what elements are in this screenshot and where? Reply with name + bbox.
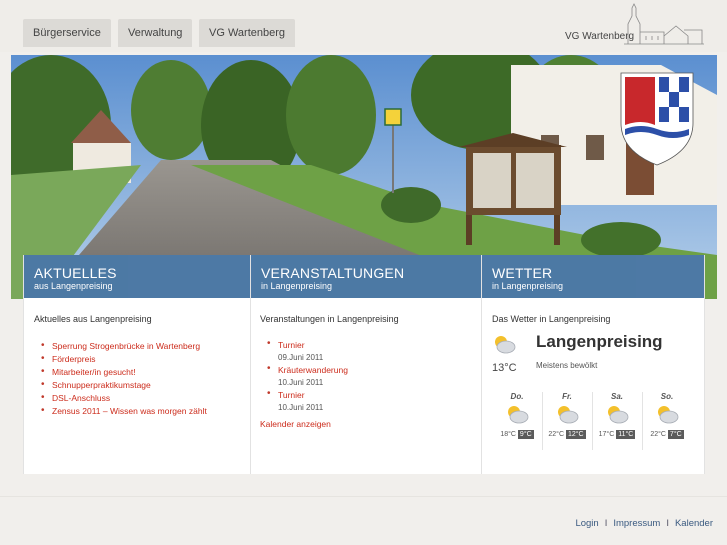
news-panel-title: AKTUELLES [34, 265, 117, 281]
forecast-day: Fr. 22°C 12°C [542, 392, 592, 450]
partly-cloudy-icon [495, 336, 516, 354]
partly-cloudy-icon [608, 406, 629, 424]
forecast-low: 18°C [500, 431, 516, 438]
tab-verwaltung[interactable]: Verwaltung [118, 19, 193, 47]
forecast-high: 7°C [667, 430, 684, 439]
events-panel: VERANSTALTUNGEN in Langenpreising Verans… [250, 255, 482, 474]
news-heading: Aktuelles aus Langenpreising [34, 314, 152, 324]
weather-city: Langenpreising [536, 332, 663, 351]
event-item: Kräuterwanderung 10.Juni 2011 [260, 363, 348, 389]
forecast-low: 22°C [548, 431, 565, 438]
footer-separator: I [604, 518, 608, 529]
forecast-day: Do. 18°C 9°C [492, 392, 542, 450]
events-heading: Veranstaltungen in Langenpreising [260, 314, 399, 324]
tab-buergerservice[interactable]: Bürgerservice [23, 19, 111, 47]
login-link[interactable]: Login [575, 518, 598, 529]
event-name[interactable]: Turnier [278, 389, 348, 402]
event-name[interactable]: Turnier [278, 339, 348, 352]
news-panel: AKTUELLES aus Langenpreising Aktuelles a… [23, 255, 251, 474]
event-name[interactable]: Kräuterwanderung [278, 364, 348, 377]
partly-cloudy-icon [558, 406, 579, 424]
forecast-day: So. 22°C 7°C [642, 392, 692, 450]
current-condition: Meistens bewölkt [536, 361, 598, 370]
kalender-link[interactable]: Kalender [675, 518, 713, 529]
event-item: Turnier 09.Juni 2011 [260, 338, 348, 364]
footer-separator: I [666, 518, 669, 529]
news-item[interactable]: Zensus 2011 – Wissen was morgen zählt [34, 404, 207, 418]
news-panel-subtitle: aus Langenpreising [34, 281, 113, 291]
events-list: Turnier 09.Juni 2011 Kräuterwanderung 10… [260, 338, 348, 414]
top-bar: Bürgerservice Verwaltung VG Wartenberg V… [0, 0, 727, 52]
events-panel-header: VERANSTALTUNGEN in Langenpreising [251, 255, 481, 298]
forecast-high: 11°C [616, 430, 636, 439]
partly-cloudy-icon [508, 406, 529, 424]
forecast-low: 17°C [598, 431, 615, 438]
news-item[interactable]: Schnupperpraktikumstage [34, 378, 207, 392]
weather-panel: WETTER in Langenpreising Das Wetter in L… [481, 255, 705, 474]
forecast-low: 22°C [650, 431, 666, 438]
news-item[interactable]: Förderpreis [34, 352, 207, 366]
news-item[interactable]: Sperrung Strogenbrücke in Wartenberg [34, 339, 207, 353]
event-date: 10.Juni 2011 [278, 402, 324, 412]
events-panel-subtitle: in Langenpreising [261, 281, 333, 291]
weather-panel-title: WETTER [492, 265, 553, 281]
footer-links: Login I Impressum I Kalender [575, 518, 713, 529]
weather-heading: Das Wetter in Langenpreising [492, 314, 611, 324]
forecast-strip: Do. 18°C 9°C Fr. 22°C 12°C Sa. 17°C 11°C… [492, 392, 692, 450]
forecast-day-name: Do. [510, 392, 524, 401]
partly-cloudy-icon [658, 406, 679, 424]
forecast-day: Sa. 17°C 11°C [592, 392, 642, 450]
news-panel-header: AKTUELLES aus Langenpreising [24, 255, 250, 298]
news-list: Sperrung Strogenbrücke in Wartenberg För… [34, 339, 207, 418]
footer-divider [0, 496, 727, 497]
church-logo-icon [624, 3, 704, 45]
forecast-day-name: Fr. [562, 392, 572, 401]
forecast-day-name: So. [660, 392, 674, 401]
tab-vg-wartenberg[interactable]: VG Wartenberg [199, 19, 296, 47]
forecast-day-name: Sa. [610, 392, 623, 401]
event-date: 09.Juni 2011 [278, 352, 324, 362]
events-panel-title: VERANSTALTUNGEN [261, 265, 405, 281]
impressum-link[interactable]: Impressum [613, 518, 660, 529]
news-item[interactable]: Mitarbeiter/in gesucht! [34, 365, 207, 379]
forecast-high: 9°C [517, 430, 534, 439]
weather-panel-header: WETTER in Langenpreising [482, 255, 704, 298]
calendar-link[interactable]: Kalender anzeigen [260, 419, 331, 429]
news-item[interactable]: DSL-Anschluss [34, 391, 207, 405]
event-item: Turnier 10.Juni 2011 [260, 388, 348, 414]
event-date: 10.Juni 2011 [278, 377, 324, 387]
forecast-high: 12°C [565, 430, 586, 439]
weather-panel-subtitle: in Langenpreising [492, 281, 564, 291]
current-temperature: 13°C [492, 362, 517, 374]
